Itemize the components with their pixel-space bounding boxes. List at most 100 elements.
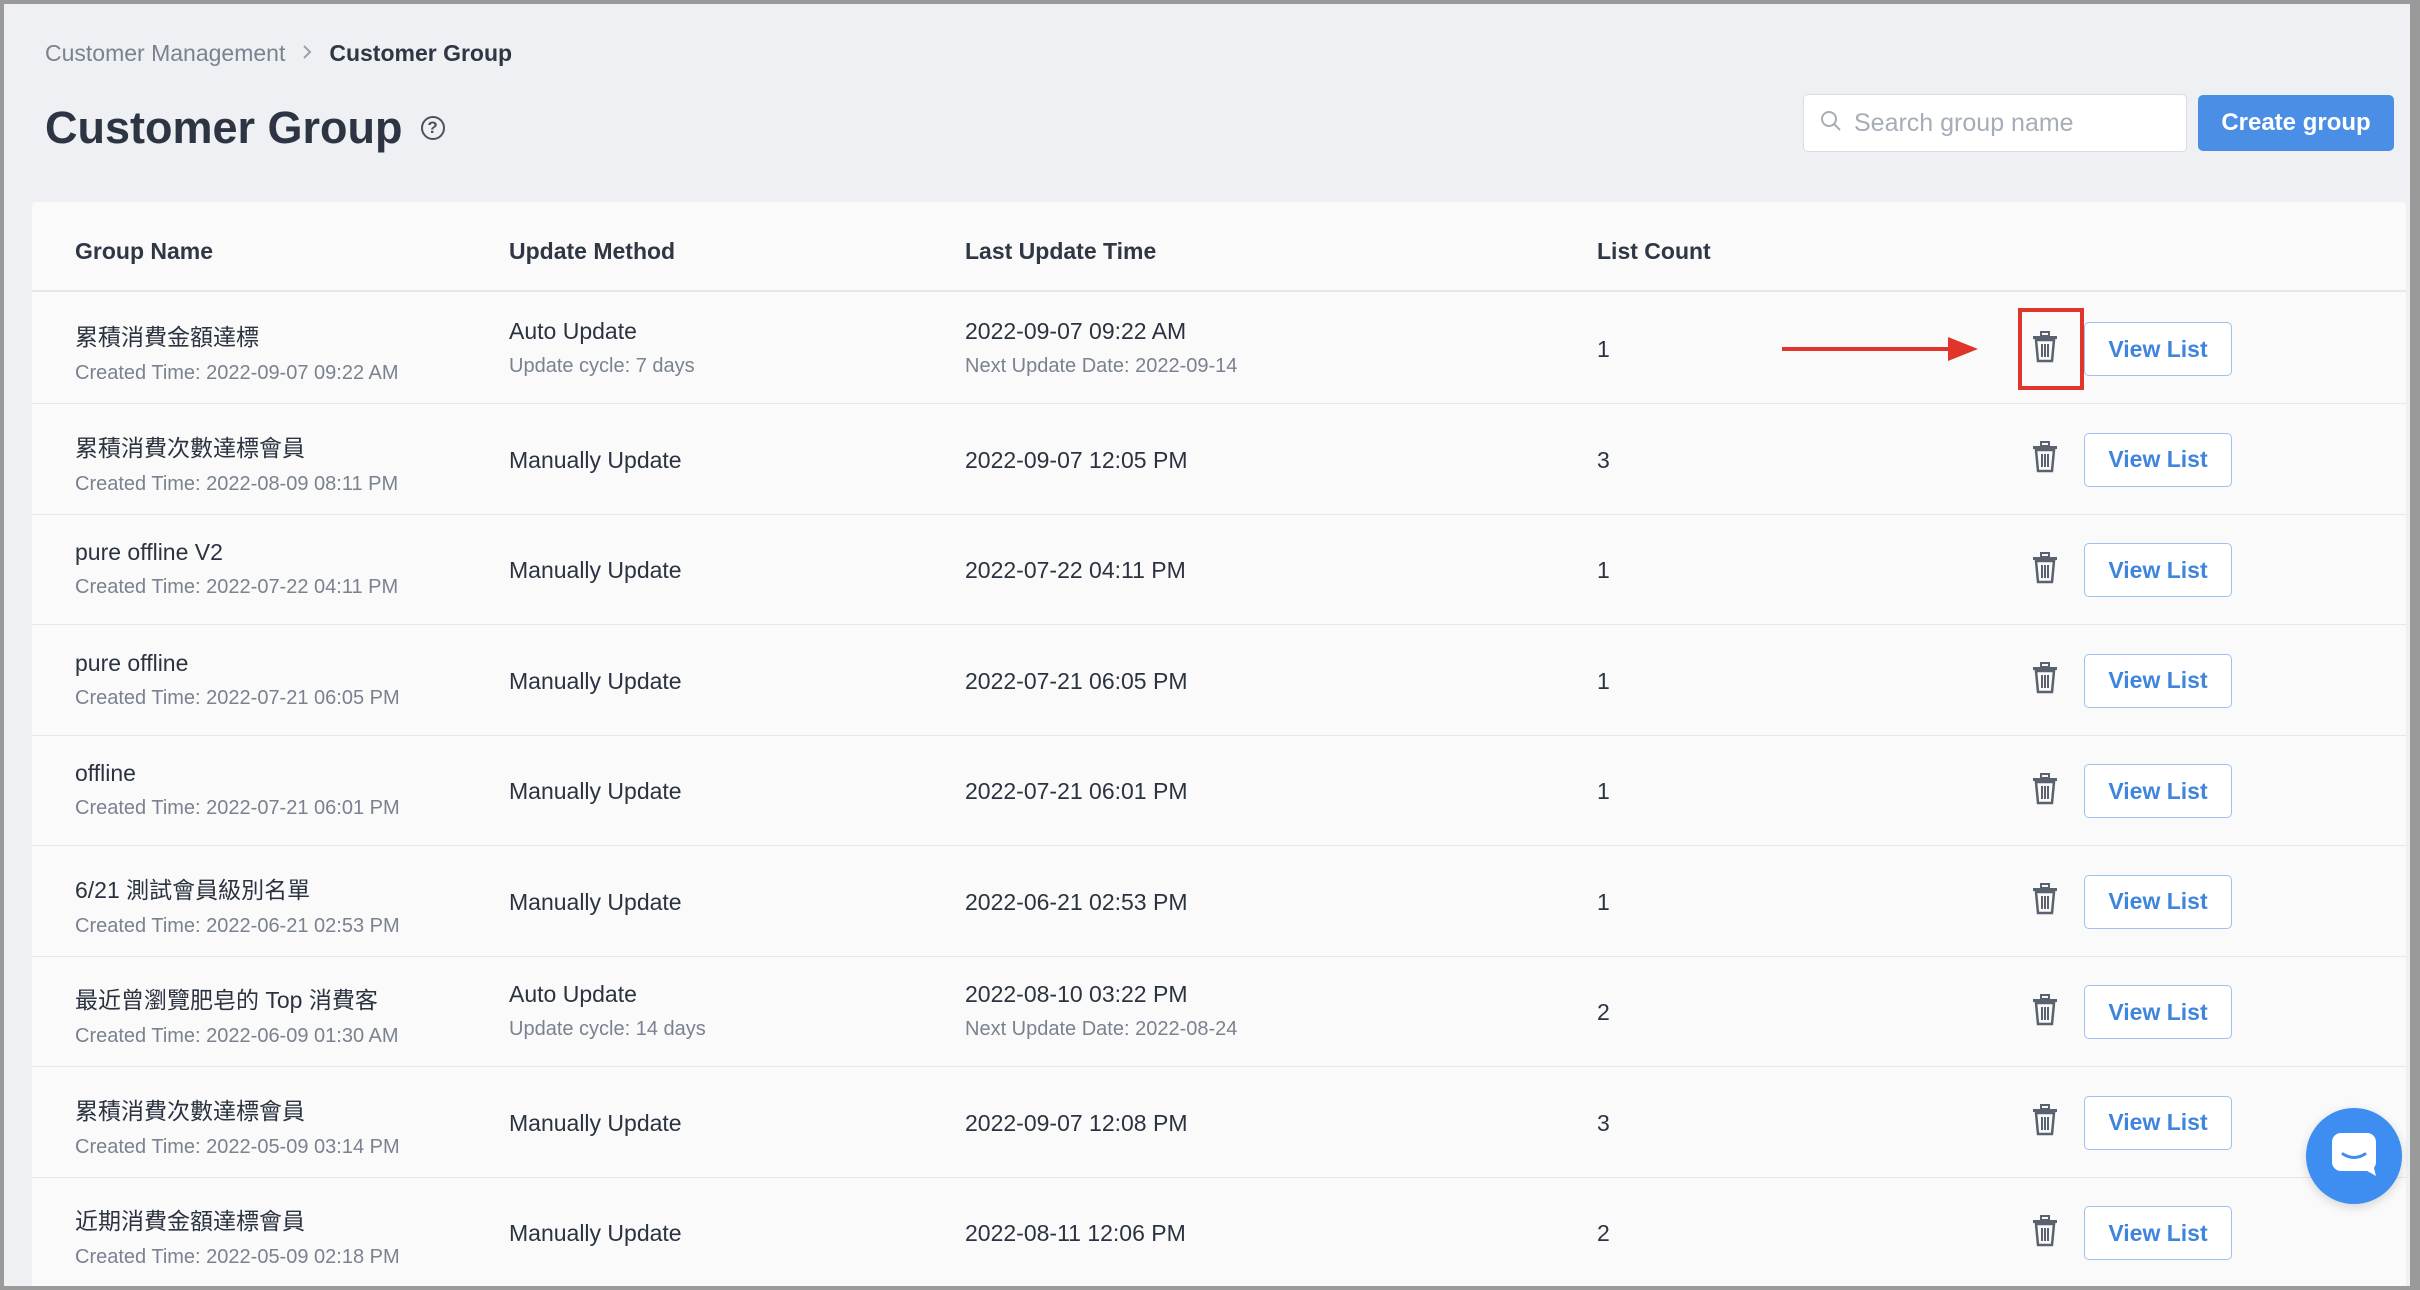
group-name: 累積消費金額達標 xyxy=(75,324,259,350)
help-icon[interactable]: ? xyxy=(420,116,445,140)
trash-icon xyxy=(2031,662,2059,699)
table-row: 6/21 測試會員級別名單 Created Time: 2022-06-21 0… xyxy=(32,847,2406,957)
search-icon xyxy=(1820,110,1842,137)
last-update-time: 2022-09-07 12:05 PM xyxy=(965,446,1188,473)
last-update-time: 2022-08-11 12:06 PM xyxy=(965,1220,1186,1246)
view-list-button[interactable]: View List xyxy=(2084,653,2232,708)
update-method-cell: Manually Update xyxy=(509,1110,682,1137)
trash-icon xyxy=(2031,1214,2059,1252)
view-list-button[interactable]: View List xyxy=(2084,432,2232,487)
trash-icon xyxy=(2031,551,2059,589)
table-header: Group Name Update Method Last Update Tim… xyxy=(32,202,2406,292)
group-name-cell: 近期消費金額達標會員 Created Time: 2022-05-09 02:1… xyxy=(75,1202,400,1269)
delete-group-button[interactable] xyxy=(2022,1210,2068,1256)
update-method: Manually Update xyxy=(509,778,682,804)
last-update-time: 2022-09-07 12:08 PM xyxy=(965,1109,1188,1136)
chat-launcher-button[interactable] xyxy=(2306,1108,2402,1204)
last-update-cell: 2022-08-10 03:22 PM Next Update Date: 20… xyxy=(965,981,1237,1041)
last-update-time: 2022-06-21 02:53 PM xyxy=(965,888,1188,915)
group-name: 累積消費次數達標會員 xyxy=(75,1097,305,1124)
created-time: Created Time: 2022-09-07 09:22 AM xyxy=(75,362,399,384)
last-update-cell: 2022-07-21 06:01 PM xyxy=(965,778,1188,805)
group-name: 近期消費金額達標會員 xyxy=(75,1208,305,1234)
update-method-cell: Manually Update xyxy=(509,668,682,695)
view-list-button[interactable]: View List xyxy=(2084,1206,2232,1260)
search-box[interactable] xyxy=(1803,94,2187,152)
group-name: 6/21 測試會員級別名單 xyxy=(75,876,311,903)
group-name-cell: 最近曾瀏覽肥皂的 Top 消費客 Created Time: 2022-06-0… xyxy=(75,981,399,1048)
table-row: 最近曾瀏覽肥皂的 Top 消費客 Created Time: 2022-06-0… xyxy=(32,957,2406,1067)
column-header-last-update-time: Last Update Time xyxy=(965,238,1157,264)
view-list-button[interactable]: View List xyxy=(2084,874,2232,929)
breadcrumb-link-customer-management[interactable]: Customer Management xyxy=(45,40,285,67)
view-list-button[interactable]: View List xyxy=(2084,764,2232,818)
delete-group-button[interactable] xyxy=(2022,768,2068,814)
list-count: 2 xyxy=(1597,1220,1610,1246)
update-method: Manually Update xyxy=(509,446,682,473)
column-header-update-method: Update Method xyxy=(509,238,676,264)
list-count: 1 xyxy=(1597,336,1610,362)
group-name: offline xyxy=(75,760,136,786)
last-update-cell: 2022-09-07 09:22 AM Next Update Date: 20… xyxy=(965,318,1237,378)
last-update-cell: 2022-07-21 06:05 PM xyxy=(965,668,1188,695)
update-method: Auto Update xyxy=(509,981,637,1007)
table-row: pure offline V2 Created Time: 2022-07-22… xyxy=(32,515,2406,625)
group-name-cell: pure offline V2 Created Time: 2022-07-22… xyxy=(75,539,398,599)
group-name: pure offline xyxy=(75,649,189,676)
view-list-button[interactable]: View List xyxy=(2084,543,2232,597)
group-name: pure offline V2 xyxy=(75,539,223,565)
last-update-cell: 2022-06-21 02:53 PM xyxy=(965,889,1188,916)
page-title: Customer Group xyxy=(45,102,403,153)
update-cycle: Update cycle: 7 days xyxy=(509,355,695,377)
list-count: 1 xyxy=(1597,667,1610,694)
create-group-button[interactable]: Create group xyxy=(2198,95,2394,151)
table-row: 累積消費次數達標會員 Created Time: 2022-05-09 03:1… xyxy=(32,1068,2406,1178)
last-update-cell: 2022-08-11 12:06 PM xyxy=(965,1220,1186,1247)
group-name-cell: pure offline Created Time: 2022-07-21 06… xyxy=(75,650,400,710)
table-row: pure offline Created Time: 2022-07-21 06… xyxy=(32,626,2406,736)
update-method-cell: Auto Update Update cycle: 7 days xyxy=(509,318,695,378)
group-name-cell: 累積消費金額達標 Created Time: 2022-09-07 09:22 … xyxy=(75,318,399,385)
trash-icon xyxy=(2031,993,2059,1031)
group-name-cell: 累積消費次數達標會員 Created Time: 2022-08-09 08:1… xyxy=(75,429,398,496)
delete-group-button[interactable] xyxy=(2022,437,2068,483)
list-count: 2 xyxy=(1597,999,1610,1025)
table-row: 累積消費次數達標會員 Created Time: 2022-08-09 08:1… xyxy=(32,405,2406,515)
list-count: 1 xyxy=(1597,888,1610,915)
group-name: 累積消費次數達標會員 xyxy=(75,434,305,461)
update-method: Auto Update xyxy=(509,318,637,344)
update-method: Manually Update xyxy=(509,1220,682,1246)
view-list-button[interactable]: View List xyxy=(2084,985,2232,1039)
delete-group-button[interactable] xyxy=(2022,658,2068,704)
chat-icon xyxy=(2329,1130,2379,1183)
delete-group-button[interactable] xyxy=(2022,1100,2068,1146)
update-method-cell: Manually Update xyxy=(509,1220,682,1247)
created-time: Created Time: 2022-05-09 02:18 PM xyxy=(75,1246,400,1268)
trash-icon xyxy=(2031,772,2059,810)
view-list-button[interactable]: View List xyxy=(2084,1095,2232,1150)
table-row: 近期消費金額達標會員 Created Time: 2022-05-09 02:1… xyxy=(32,1178,2406,1286)
created-time: Created Time: 2022-07-22 04:11 PM xyxy=(75,576,399,598)
delete-group-button[interactable] xyxy=(2022,547,2068,593)
update-method: Manually Update xyxy=(509,667,682,694)
breadcrumb-separator-icon xyxy=(301,41,313,67)
delete-group-button[interactable] xyxy=(2022,989,2068,1035)
group-name: 最近曾瀏覽肥皂的 Top 消費客 xyxy=(75,987,378,1013)
trash-icon xyxy=(2031,441,2059,478)
last-update-time: 2022-08-10 03:22 PM xyxy=(965,981,1188,1007)
view-list-button[interactable]: View List xyxy=(2084,322,2232,376)
app-frame: Customer Management Customer Group Custo… xyxy=(4,4,2410,1286)
created-time: Created Time: 2022-07-21 06:05 PM xyxy=(75,686,400,709)
update-method-cell: Manually Update xyxy=(509,778,682,805)
next-update-date: Next Update Date: 2022-08-24 xyxy=(965,1018,1238,1040)
breadcrumb: Customer Management Customer Group xyxy=(45,40,512,67)
annotation-highlight-box xyxy=(2018,308,2084,390)
delete-group-button[interactable] xyxy=(2022,879,2068,925)
search-input[interactable] xyxy=(1852,107,2176,139)
trash-icon xyxy=(2031,1104,2059,1141)
last-update-time: 2022-07-21 06:05 PM xyxy=(965,667,1188,694)
update-method-cell: Auto Update Update cycle: 14 days xyxy=(509,981,706,1041)
created-time: Created Time: 2022-05-09 03:14 PM xyxy=(75,1135,400,1158)
update-method: Manually Update xyxy=(509,1109,682,1136)
update-method-cell: Manually Update xyxy=(509,557,682,584)
